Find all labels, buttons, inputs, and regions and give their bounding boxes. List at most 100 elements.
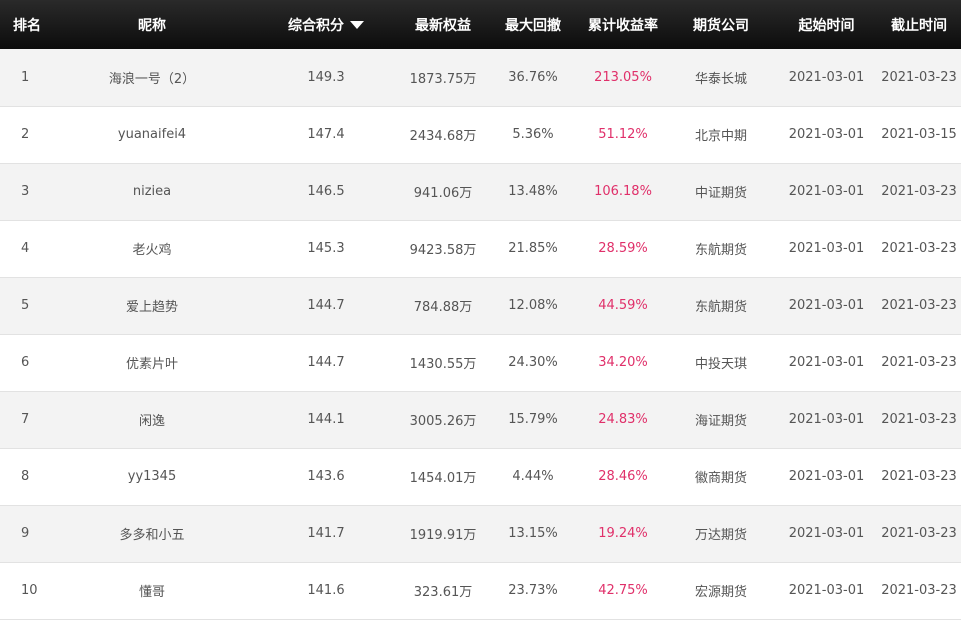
cell-start: 2021-03-01 [776,163,877,221]
ranking-table: 排名 昵称 综合积分 最新权益 最大回撤 累计收益率 期货公司 起始时间 截止时… [0,0,961,620]
cell-broker: 万达期货 [666,505,776,563]
cell-score: 144.7 [252,277,400,335]
cell-equity: 323.61万 [400,562,486,620]
cell-start: 2021-03-01 [776,277,877,335]
cell-drawdown: 21.85% [486,220,580,278]
cell-rank: 3 [0,163,52,221]
cell-nickname[interactable]: 优素片叶 [52,334,252,392]
header-score[interactable]: 综合积分 [252,0,400,49]
header-equity[interactable]: 最新权益 [400,0,486,49]
cell-score: 143.6 [252,448,400,506]
header-rank[interactable]: 排名 [0,0,52,49]
cell-equity: 941.06万 [400,163,486,221]
table-body: 1 海浪一号（2） 149.3 1873.75万 36.76% 213.05% … [0,49,961,620]
cell-score: 146.5 [252,163,400,221]
cell-score: 149.3 [252,49,400,107]
cell-nickname[interactable]: niziea [52,163,252,221]
cell-return-rate: 51.12% [580,106,666,164]
cell-equity: 784.88万 [400,277,486,335]
cell-equity: 1919.91万 [400,505,486,563]
cell-broker: 海证期货 [666,391,776,449]
cell-rank: 10 [0,562,52,620]
cell-equity: 1430.55万 [400,334,486,392]
cell-drawdown: 23.73% [486,562,580,620]
cell-nickname[interactable]: 老火鸡 [52,220,252,278]
cell-rank: 9 [0,505,52,563]
cell-broker: 东航期货 [666,220,776,278]
header-row: 排名 昵称 综合积分 最新权益 最大回撤 累计收益率 期货公司 起始时间 截止时… [0,0,961,49]
cell-broker: 华泰长城 [666,49,776,107]
cell-start: 2021-03-01 [776,106,877,164]
cell-return-rate: 28.46% [580,448,666,506]
cell-return-rate: 24.83% [580,391,666,449]
caret-down-icon[interactable] [350,20,364,29]
table-row[interactable]: 2 yuanaifei4 147.4 2434.68万 5.36% 51.12%… [0,106,961,164]
cell-drawdown: 13.48% [486,163,580,221]
cell-score: 141.6 [252,562,400,620]
cell-drawdown: 5.36% [486,106,580,164]
table-row[interactable]: 7 闲逸 144.1 3005.26万 15.79% 24.83% 海证期货 2… [0,391,961,449]
table-row[interactable]: 5 爱上趋势 144.7 784.88万 12.08% 44.59% 东航期货 … [0,277,961,335]
cell-end: 2021-03-23 [877,334,961,392]
cell-score: 141.7 [252,505,400,563]
cell-drawdown: 13.15% [486,505,580,563]
cell-nickname[interactable]: yuanaifei4 [52,106,252,164]
table-row[interactable]: 6 优素片叶 144.7 1430.55万 24.30% 34.20% 中投天琪… [0,334,961,392]
table-row[interactable]: 10 懂哥 141.6 323.61万 23.73% 42.75% 宏源期货 2… [0,562,961,620]
table-row[interactable]: 3 niziea 146.5 941.06万 13.48% 106.18% 中证… [0,163,961,221]
cell-return-rate: 44.59% [580,277,666,335]
header-nickname[interactable]: 昵称 [52,0,252,49]
cell-score: 144.1 [252,391,400,449]
cell-return-rate: 28.59% [580,220,666,278]
header-broker[interactable]: 期货公司 [666,0,776,49]
cell-broker: 东航期货 [666,277,776,335]
cell-score: 144.7 [252,334,400,392]
cell-end: 2021-03-23 [877,277,961,335]
cell-return-rate: 34.20% [580,334,666,392]
cell-rank: 4 [0,220,52,278]
header-score-label: 综合积分 [288,17,344,34]
cell-equity: 2434.68万 [400,106,486,164]
cell-drawdown: 36.76% [486,49,580,107]
cell-rank: 8 [0,448,52,506]
cell-end: 2021-03-23 [877,505,961,563]
cell-equity: 1873.75万 [400,49,486,107]
cell-end: 2021-03-23 [877,448,961,506]
cell-nickname[interactable]: 爱上趋势 [52,277,252,335]
cell-drawdown: 12.08% [486,277,580,335]
cell-end: 2021-03-23 [877,220,961,278]
header-start[interactable]: 起始时间 [776,0,877,49]
cell-nickname[interactable]: 多多和小五 [52,505,252,563]
table-row[interactable]: 9 多多和小五 141.7 1919.91万 13.15% 19.24% 万达期… [0,505,961,563]
cell-start: 2021-03-01 [776,562,877,620]
cell-nickname[interactable]: yy1345 [52,448,252,506]
cell-rank: 7 [0,391,52,449]
cell-return-rate: 106.18% [580,163,666,221]
cell-score: 147.4 [252,106,400,164]
cell-drawdown: 4.44% [486,448,580,506]
cell-score: 145.3 [252,220,400,278]
cell-start: 2021-03-01 [776,391,877,449]
cell-nickname[interactable]: 懂哥 [52,562,252,620]
cell-equity: 9423.58万 [400,220,486,278]
cell-start: 2021-03-01 [776,448,877,506]
table-row[interactable]: 1 海浪一号（2） 149.3 1873.75万 36.76% 213.05% … [0,49,961,107]
table-row[interactable]: 8 yy1345 143.6 1454.01万 4.44% 28.46% 徽商期… [0,448,961,506]
cell-broker: 中证期货 [666,163,776,221]
cell-return-rate: 42.75% [580,562,666,620]
cell-broker: 徽商期货 [666,448,776,506]
cell-end: 2021-03-23 [877,49,961,107]
cell-end: 2021-03-23 [877,391,961,449]
header-drawdown[interactable]: 最大回撤 [486,0,580,49]
cell-nickname[interactable]: 闲逸 [52,391,252,449]
cell-equity: 1454.01万 [400,448,486,506]
header-end[interactable]: 截止时间 [877,0,961,49]
cell-start: 2021-03-01 [776,505,877,563]
cell-start: 2021-03-01 [776,220,877,278]
cell-end: 2021-03-15 [877,106,961,164]
cell-nickname[interactable]: 海浪一号（2） [52,49,252,107]
header-return-rate[interactable]: 累计收益率 [580,0,666,49]
table-row[interactable]: 4 老火鸡 145.3 9423.58万 21.85% 28.59% 东航期货 … [0,220,961,278]
cell-end: 2021-03-23 [877,163,961,221]
cell-broker: 北京中期 [666,106,776,164]
